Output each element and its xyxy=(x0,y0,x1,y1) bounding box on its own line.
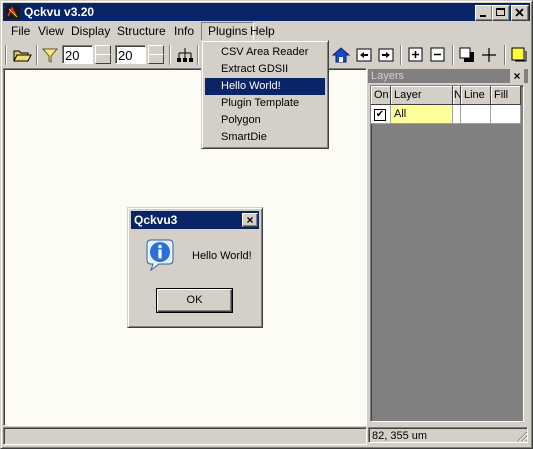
hierarchy-icon[interactable] xyxy=(176,46,194,67)
layer-number-cell[interactable] xyxy=(453,105,461,124)
toolbar-separator xyxy=(169,45,171,65)
layers-panel-title: Layers xyxy=(371,70,405,82)
toolbar-separator xyxy=(504,45,506,65)
status-bar: 82, 355 um xyxy=(3,427,530,445)
layers-toggle-icon[interactable] xyxy=(510,46,528,67)
column-header-fill[interactable]: Fill xyxy=(491,86,521,105)
layers-panel: Layers × On Layer N Line Fill ✔ All xyxy=(368,68,528,424)
crosshair-icon[interactable] xyxy=(481,47,497,66)
dialog-title-bar[interactable]: Qckvu3 × xyxy=(131,211,259,229)
filter-icon[interactable] xyxy=(41,47,59,66)
layers-table[interactable]: On Layer N Line Fill ✔ All xyxy=(370,85,524,422)
toolbar-separator xyxy=(400,45,402,65)
toolbar-separator xyxy=(36,45,38,65)
menu-item-polygon[interactable]: Polygon xyxy=(205,112,325,129)
menu-item-plugin-template[interactable]: Plugin Template xyxy=(205,95,325,112)
zoom-in-icon[interactable] xyxy=(408,47,424,66)
toolbar-separator xyxy=(452,45,454,65)
level-from-stepper[interactable] xyxy=(95,45,111,64)
level-from-input[interactable]: 20 xyxy=(62,45,93,64)
zoom-out-icon[interactable] xyxy=(430,47,446,66)
column-header-line[interactable]: Line xyxy=(461,86,491,105)
menu-item-smartdie[interactable]: SmartDie xyxy=(205,129,325,146)
ok-button[interactable]: OK xyxy=(156,288,233,313)
window-title: Qckvu v3.20 xyxy=(24,5,95,19)
layers-panel-header[interactable]: Layers × xyxy=(368,69,528,83)
layer-name-cell[interactable]: All xyxy=(391,105,453,124)
column-header-layer[interactable]: Layer xyxy=(391,86,453,105)
dialog-title: Qckvu3 xyxy=(134,213,178,227)
layer-fill-cell[interactable] xyxy=(491,105,521,124)
menu-item-csv-area-reader[interactable]: CSV Area Reader xyxy=(205,44,325,61)
layers-close-button[interactable]: × xyxy=(510,69,524,83)
home-icon[interactable] xyxy=(331,46,351,67)
level-to-input[interactable]: 20 xyxy=(115,45,146,64)
toolbar-grip xyxy=(5,45,7,65)
checkmark-icon: ✔ xyxy=(374,109,386,121)
pan-left-icon[interactable] xyxy=(356,47,372,66)
menu-item-extract-gdsii[interactable]: Extract GDSII xyxy=(205,61,325,78)
status-message xyxy=(3,427,367,445)
layer-line-cell[interactable] xyxy=(461,105,491,124)
level-to-stepper[interactable] xyxy=(148,45,164,64)
plugins-menu-dropdown: CSV Area Reader Extract GDSII Hello Worl… xyxy=(201,40,329,149)
column-header-on[interactable]: On xyxy=(371,86,391,105)
layer-visibility-checkbox[interactable]: ✔ xyxy=(371,105,391,124)
menu-info[interactable]: Info xyxy=(168,22,200,41)
open-folder-icon[interactable] xyxy=(12,46,32,67)
fill-mode-icon[interactable] xyxy=(459,47,475,66)
menu-structure[interactable]: Structure xyxy=(111,22,172,41)
dialog-close-button[interactable]: × xyxy=(242,213,258,227)
close-window-button[interactable] xyxy=(511,5,529,21)
status-coordinates: 82, 355 um xyxy=(368,427,528,443)
dialog-message: Hello World! xyxy=(192,250,252,262)
message-dialog: Qckvu3 × Hello World! OK xyxy=(127,207,263,328)
app-logo-icon xyxy=(5,4,21,20)
menu-bar: File View Display Structure Info Plugins… xyxy=(3,22,530,41)
toolbar-separator xyxy=(197,45,199,65)
minimize-button[interactable] xyxy=(475,5,493,21)
pan-right-icon[interactable] xyxy=(378,47,394,66)
menu-item-hello-world[interactable]: Hello World! xyxy=(205,78,325,95)
maximize-button[interactable] xyxy=(492,5,510,21)
menu-help[interactable]: Help xyxy=(244,22,281,41)
resize-grip-icon[interactable] xyxy=(516,430,528,445)
menu-display[interactable]: Display xyxy=(65,22,116,41)
title-bar[interactable]: Qckvu v3.20 xyxy=(3,3,530,21)
column-header-number[interactable]: N xyxy=(453,86,461,105)
info-icon xyxy=(142,238,176,275)
